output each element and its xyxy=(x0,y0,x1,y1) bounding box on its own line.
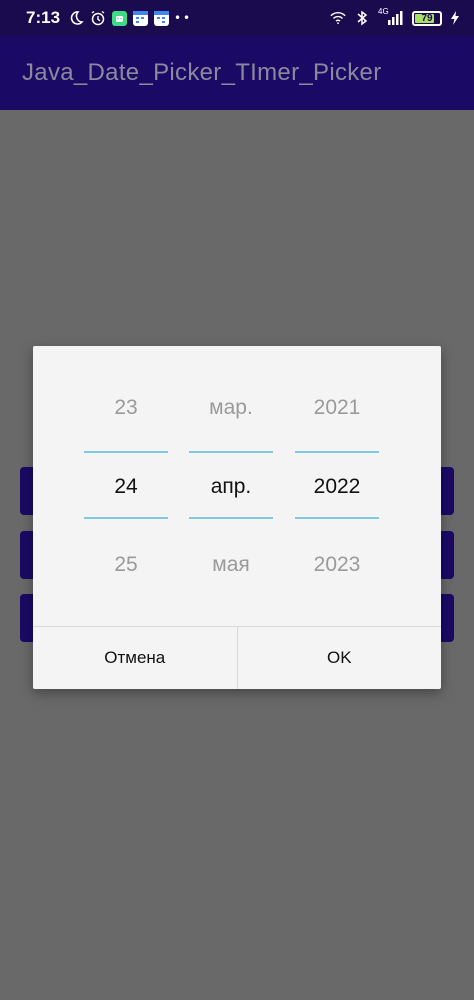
calendar-app-icon xyxy=(133,10,149,26)
app-title: Java_Date_Picker_TImer_Picker xyxy=(22,59,382,86)
wifi-icon xyxy=(330,10,346,26)
year-selected[interactable]: 2022 xyxy=(295,475,379,499)
battery-percent: 79 xyxy=(421,12,433,24)
android-app-icon xyxy=(112,10,128,26)
calendar-app-icon xyxy=(154,10,170,26)
day-divider-bottom xyxy=(84,517,168,519)
charging-icon xyxy=(450,10,460,26)
ok-button[interactable]: OK xyxy=(238,627,442,689)
dialog-actions: Отмена OK xyxy=(33,626,441,689)
app-bar: Java_Date_Picker_TImer_Picker xyxy=(0,36,474,110)
cancel-button[interactable]: Отмена xyxy=(33,627,238,689)
year-prev[interactable]: 2021 xyxy=(295,396,379,420)
signal-icon: 4G xyxy=(378,7,404,26)
network-type-label: 4G xyxy=(378,7,389,16)
year-divider-bottom xyxy=(295,517,379,519)
day-next[interactable]: 25 xyxy=(84,553,168,577)
moon-icon xyxy=(68,10,84,26)
status-bar: 7:13 •• 4G 79 xyxy=(0,0,474,36)
date-picker-dialog: 23 24 25 мар. апр. мая 2021 2022 2023 От… xyxy=(33,346,441,689)
month-divider-bottom xyxy=(189,517,273,519)
battery-icon: 79 xyxy=(412,10,442,26)
status-system-icons: 4G 79 xyxy=(330,7,460,26)
day-picker[interactable]: 23 24 25 xyxy=(84,346,168,626)
alarm-icon xyxy=(90,10,106,26)
status-notification-icons: •• xyxy=(68,10,191,26)
month-prev[interactable]: мар. xyxy=(189,396,273,420)
month-picker[interactable]: мар. апр. мая xyxy=(189,346,273,626)
year-divider-top xyxy=(295,451,379,453)
month-divider-top xyxy=(189,451,273,453)
year-next[interactable]: 2023 xyxy=(295,553,379,577)
month-next[interactable]: мая xyxy=(189,553,273,577)
day-divider-top xyxy=(84,451,168,453)
status-time: 7:13 xyxy=(26,8,61,27)
bluetooth-icon xyxy=(354,10,370,26)
more-notifications-icon: •• xyxy=(173,11,193,25)
day-prev[interactable]: 23 xyxy=(84,396,168,420)
day-selected[interactable]: 24 xyxy=(84,475,168,499)
year-picker[interactable]: 2021 2022 2023 xyxy=(295,346,379,626)
month-selected[interactable]: апр. xyxy=(189,475,273,499)
